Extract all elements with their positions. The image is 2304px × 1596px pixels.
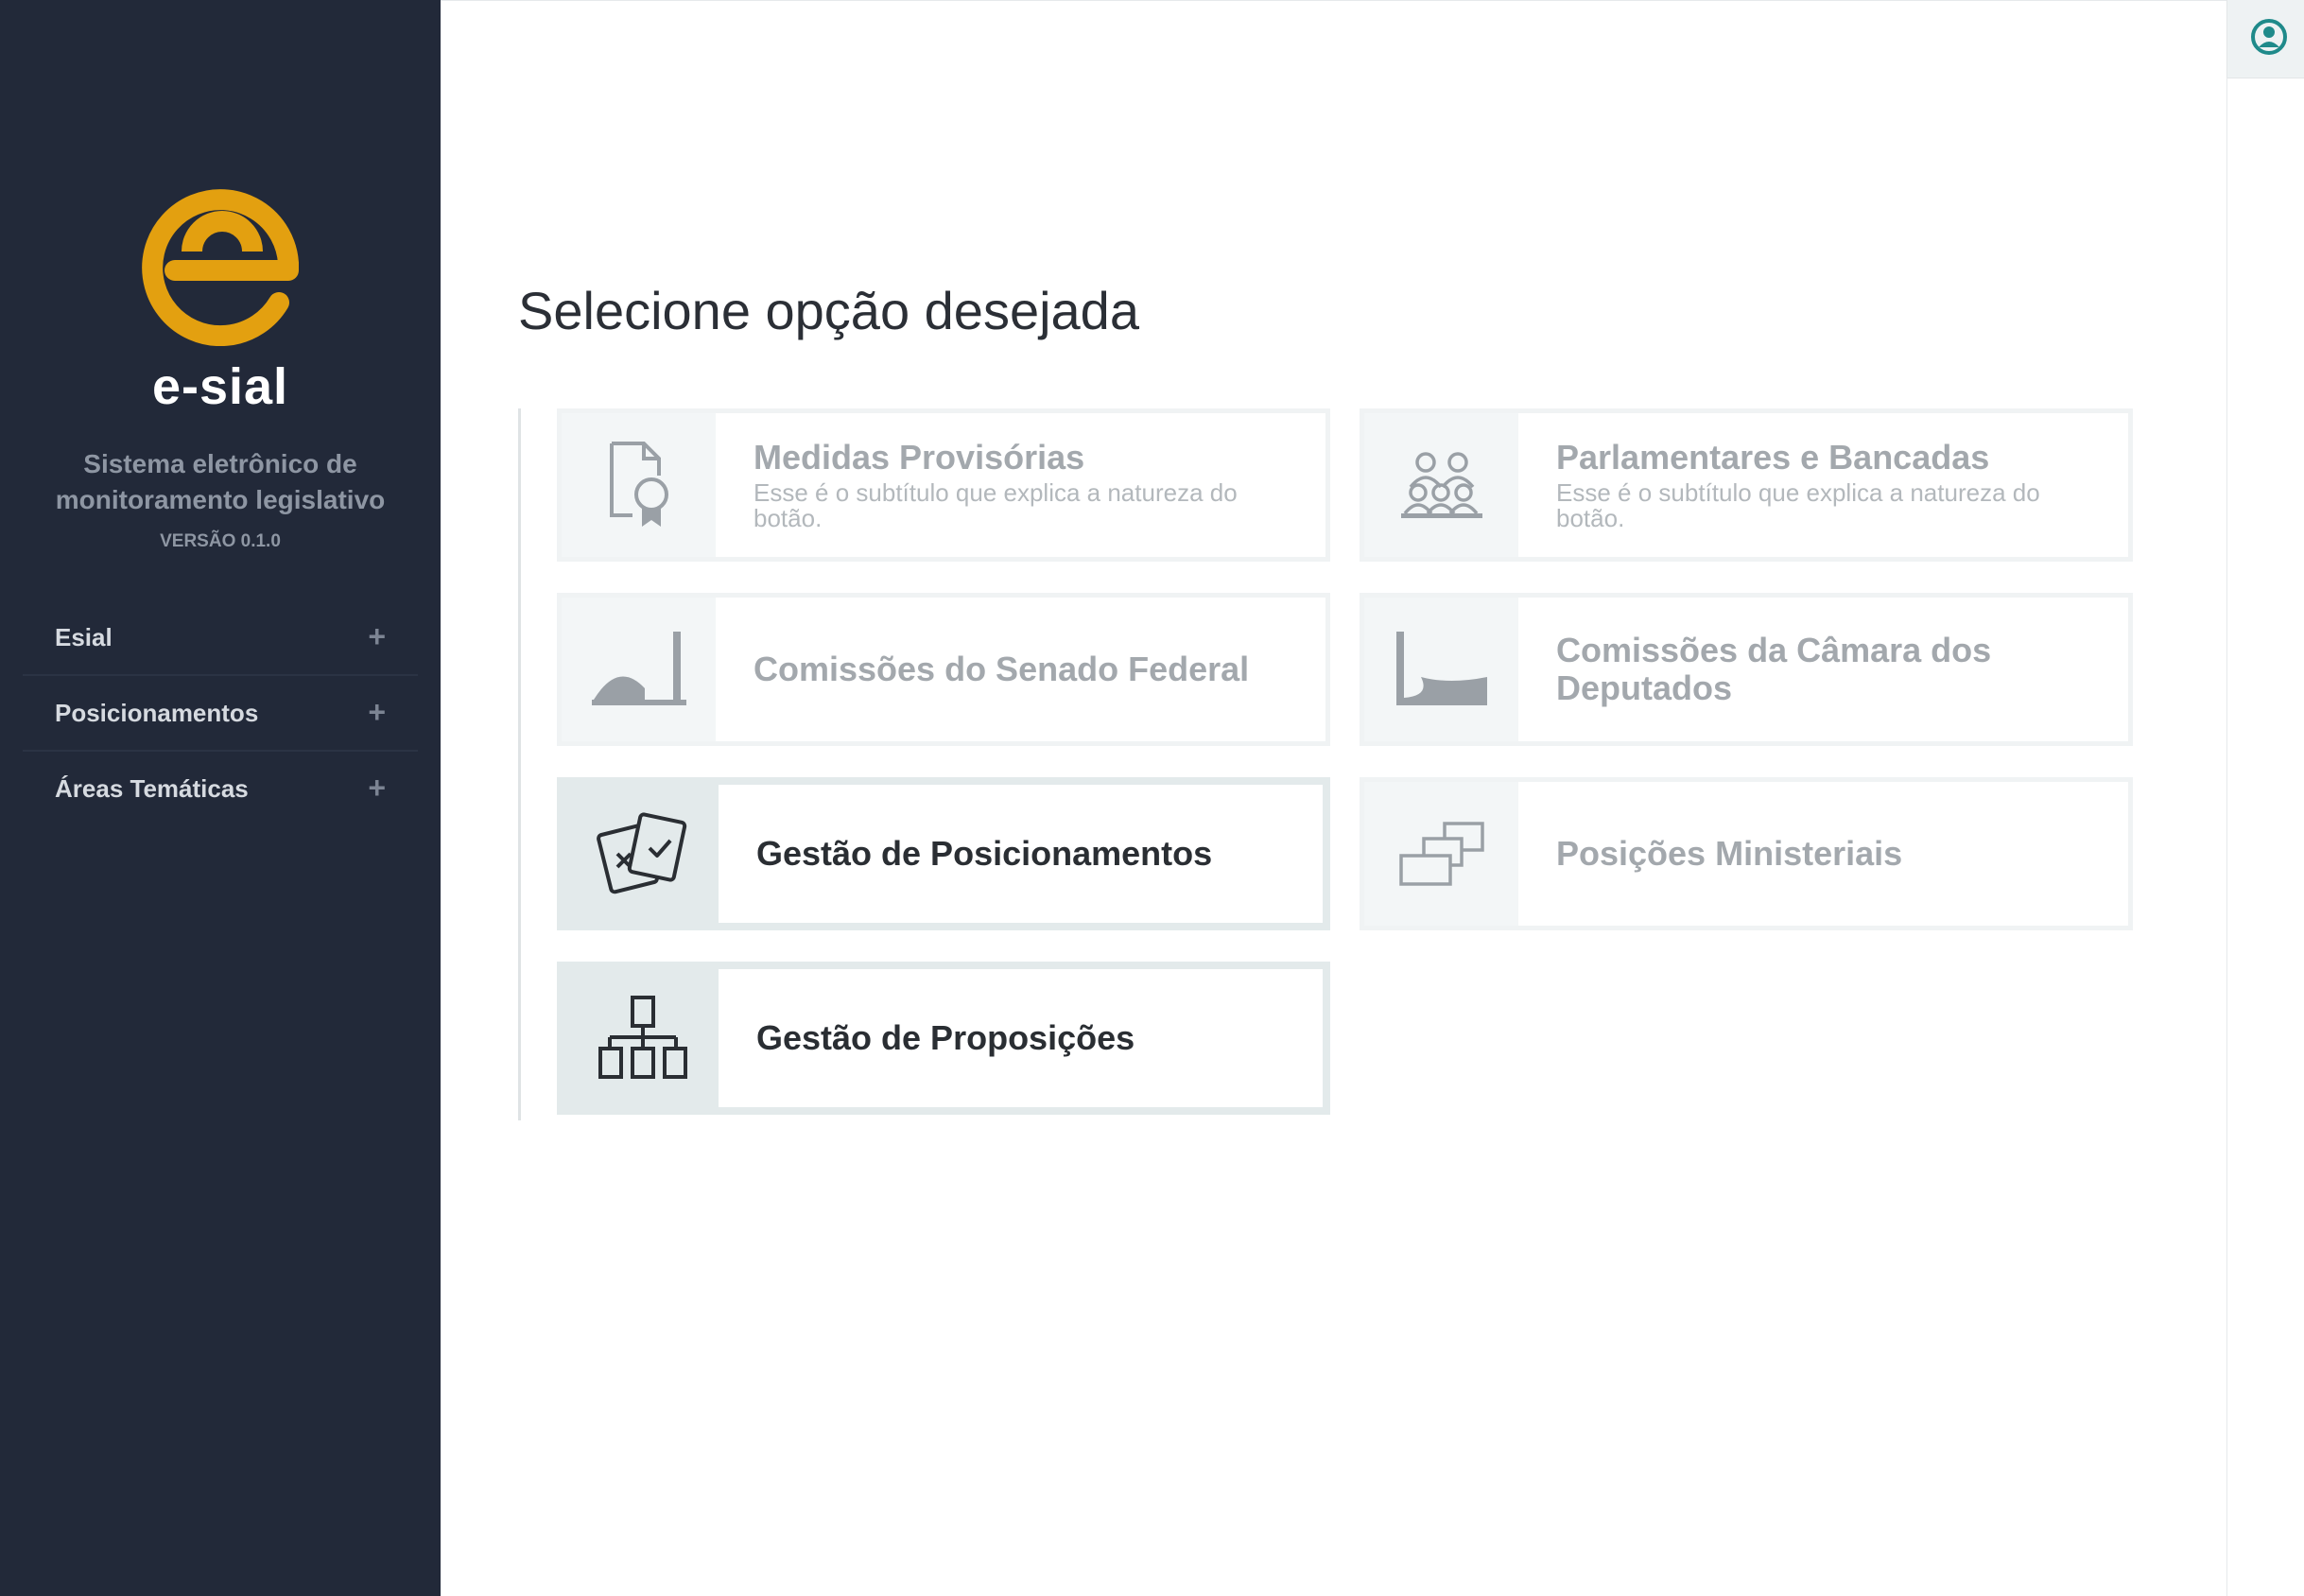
vote-cards-icon bbox=[596, 812, 686, 894]
sidebar-item-label: Esial bbox=[55, 623, 113, 651]
card-title: Gestão de Posicionamentos bbox=[756, 834, 1213, 873]
sidebar-item-posicionamentos[interactable]: Posicionamentos + bbox=[23, 676, 418, 752]
card-title: Gestão de Proposições bbox=[756, 1018, 1135, 1057]
sidebar-item-label: Áreas Temáticas bbox=[55, 774, 249, 803]
card-subtitle: Esse é o subtítulo que explica a naturez… bbox=[754, 478, 1238, 532]
people-group-icon bbox=[1400, 452, 1482, 518]
e-logo-icon bbox=[142, 189, 299, 346]
page-title: Selecione opção desejada bbox=[518, 281, 1139, 340]
right-divider bbox=[2226, 78, 2227, 1596]
card-comissoes-senado[interactable]: Comissões do Senado Federal bbox=[557, 593, 1330, 746]
card-title: Medidas Provisórias bbox=[754, 438, 1085, 477]
app-name: e-sial bbox=[151, 358, 289, 415]
card-comissoes-camara[interactable]: Comissões da Câmara dos Deputados bbox=[1360, 593, 2133, 746]
chamber-bowl-icon bbox=[1395, 632, 1487, 705]
card-gestao-proposicoes[interactable]: Gestão de Proposições bbox=[557, 962, 1330, 1115]
sidebar-nav: Esial + Posicionamentos + Áreas Temática… bbox=[23, 600, 418, 825]
card-title: Comissões do Senado Federal bbox=[754, 650, 1250, 688]
logo bbox=[0, 180, 441, 346]
plus-icon[interactable]: + bbox=[368, 771, 386, 806]
user-menu-button[interactable] bbox=[2226, 0, 2304, 78]
card-title: Comissões da Câmara dos Deputados bbox=[1556, 631, 1992, 707]
top-divider bbox=[441, 0, 2226, 1]
document-certificate-icon bbox=[609, 442, 668, 527]
card-title: Posições Ministeriais bbox=[1556, 834, 1903, 873]
plus-icon[interactable]: + bbox=[368, 695, 386, 730]
sidebar-item-areas-tematicas[interactable]: Áreas Temáticas + bbox=[23, 752, 418, 825]
card-parlamentares-bancadas[interactable]: Parlamentares e Bancadas Esse é o subtít… bbox=[1360, 408, 2133, 562]
card-medidas-provisorias[interactable]: Medidas Provisórias Esse é o subtítulo q… bbox=[557, 408, 1330, 562]
user-circle-icon bbox=[2251, 19, 2287, 55]
card-gestao-posicionamentos[interactable]: Gestão de Posicionamentos bbox=[557, 777, 1330, 930]
stacked-windows-icon bbox=[1398, 822, 1484, 886]
sidebar: e-sial Sistema eletrônico de monitoramen… bbox=[0, 0, 441, 1596]
app-tagline: Sistema eletrônico de monitoramento legi… bbox=[55, 449, 386, 514]
sidebar-item-label: Posicionamentos bbox=[55, 699, 259, 727]
card-posicoes-ministeriais[interactable]: Posições Ministeriais bbox=[1360, 777, 2133, 930]
card-subtitle: Esse é o subtítulo que explica a naturez… bbox=[1556, 478, 2040, 532]
plus-icon[interactable]: + bbox=[368, 619, 386, 654]
senate-dome-icon bbox=[591, 632, 686, 705]
content-divider bbox=[518, 408, 521, 1120]
sidebar-item-esial[interactable]: Esial + bbox=[23, 600, 418, 676]
card-title: Parlamentares e Bancadas bbox=[1556, 438, 1990, 477]
hierarchy-icon bbox=[598, 996, 687, 1079]
app-version: VERSÃO 0.1.0 bbox=[160, 531, 281, 551]
